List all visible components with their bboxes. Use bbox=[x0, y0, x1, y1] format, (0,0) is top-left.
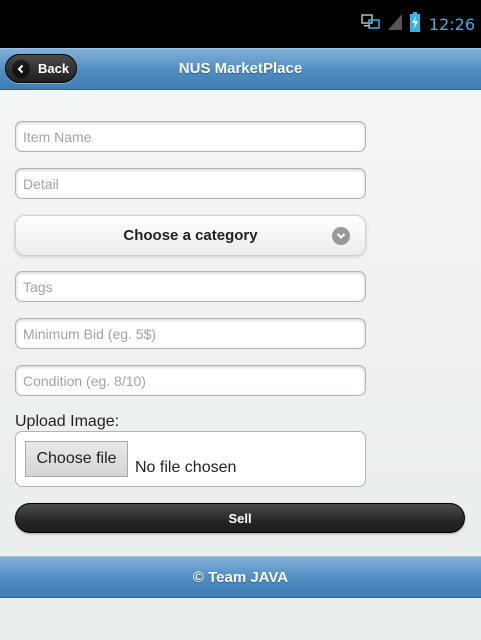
page-title: NUS MarketPlace bbox=[178, 60, 303, 77]
battery-charging-icon bbox=[409, 11, 421, 37]
status-icons: 12:26 bbox=[361, 11, 475, 37]
signal-icon bbox=[387, 13, 403, 36]
minimum-bid-field[interactable] bbox=[15, 318, 366, 349]
detail-field[interactable] bbox=[15, 168, 366, 199]
network-sync-icon bbox=[361, 12, 381, 37]
choose-file-button[interactable]: Choose file bbox=[25, 441, 128, 477]
chevron-down-icon bbox=[332, 227, 350, 245]
file-status-text: No file chosen bbox=[135, 459, 237, 476]
header-bar: Back NUS MarketPlace bbox=[0, 48, 481, 90]
sell-form: Choose a category Upload Image: Choose f… bbox=[0, 90, 481, 556]
footer-text: © Team JAVA bbox=[192, 568, 289, 586]
category-select[interactable]: Choose a category bbox=[15, 215, 366, 256]
sell-button[interactable]: Sell bbox=[15, 503, 465, 533]
minimum-bid-input[interactable] bbox=[16, 319, 365, 348]
detail-input[interactable] bbox=[16, 169, 365, 198]
clock-time: 12:26 bbox=[428, 14, 475, 34]
status-bar: 12:26 bbox=[0, 0, 481, 48]
tags-field[interactable] bbox=[15, 271, 366, 302]
page-background bbox=[0, 598, 481, 640]
category-select-label: Choose a category bbox=[123, 227, 258, 244]
tags-input[interactable] bbox=[16, 272, 365, 301]
upload-image-label: Upload Image: bbox=[15, 413, 120, 430]
file-upload-box: Choose file No file chosen bbox=[15, 431, 366, 487]
item-name-input[interactable] bbox=[16, 122, 365, 151]
footer-bar: © Team JAVA bbox=[0, 556, 481, 598]
condition-field[interactable] bbox=[15, 365, 366, 396]
condition-input[interactable] bbox=[16, 366, 365, 395]
item-name-field[interactable] bbox=[15, 121, 366, 152]
